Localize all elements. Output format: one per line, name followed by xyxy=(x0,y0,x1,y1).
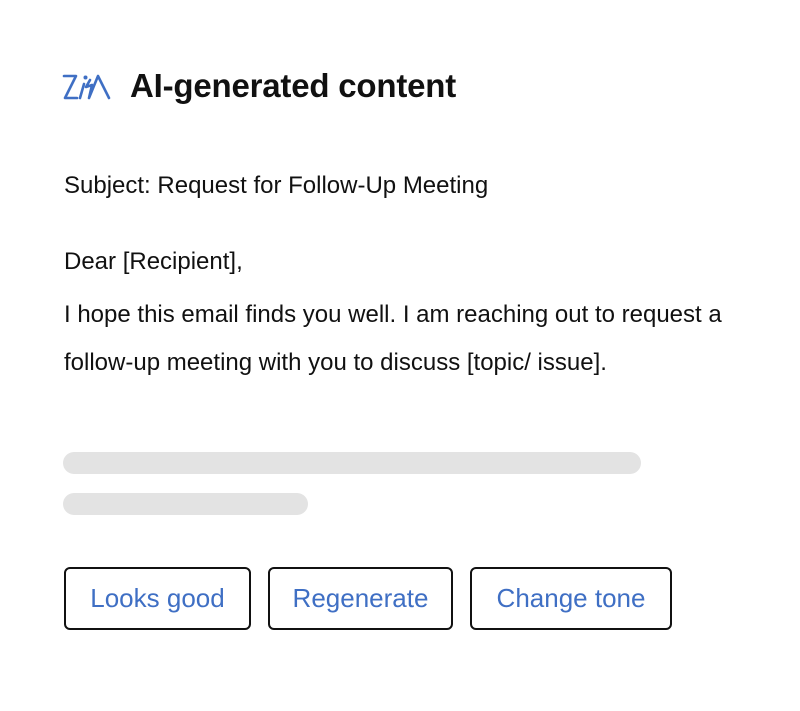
loading-placeholder-line xyxy=(63,493,308,515)
page-title: AI-generated content xyxy=(130,67,457,104)
header: AI-generated content xyxy=(62,62,456,110)
action-buttons: Looks good Regenerate Change tone xyxy=(64,567,672,630)
change-tone-button[interactable]: Change tone xyxy=(470,567,672,630)
loading-placeholder-line xyxy=(63,452,641,474)
looks-good-button[interactable]: Looks good xyxy=(64,567,251,630)
zia-ai-icon xyxy=(62,74,111,100)
email-subject: Subject: Request for Follow-Up Meeting xyxy=(64,172,489,199)
email-greeting: Dear [Recipient], xyxy=(64,248,243,275)
regenerate-button[interactable]: Regenerate xyxy=(268,567,453,630)
email-body: I hope this email finds you well. I am r… xyxy=(64,301,722,376)
